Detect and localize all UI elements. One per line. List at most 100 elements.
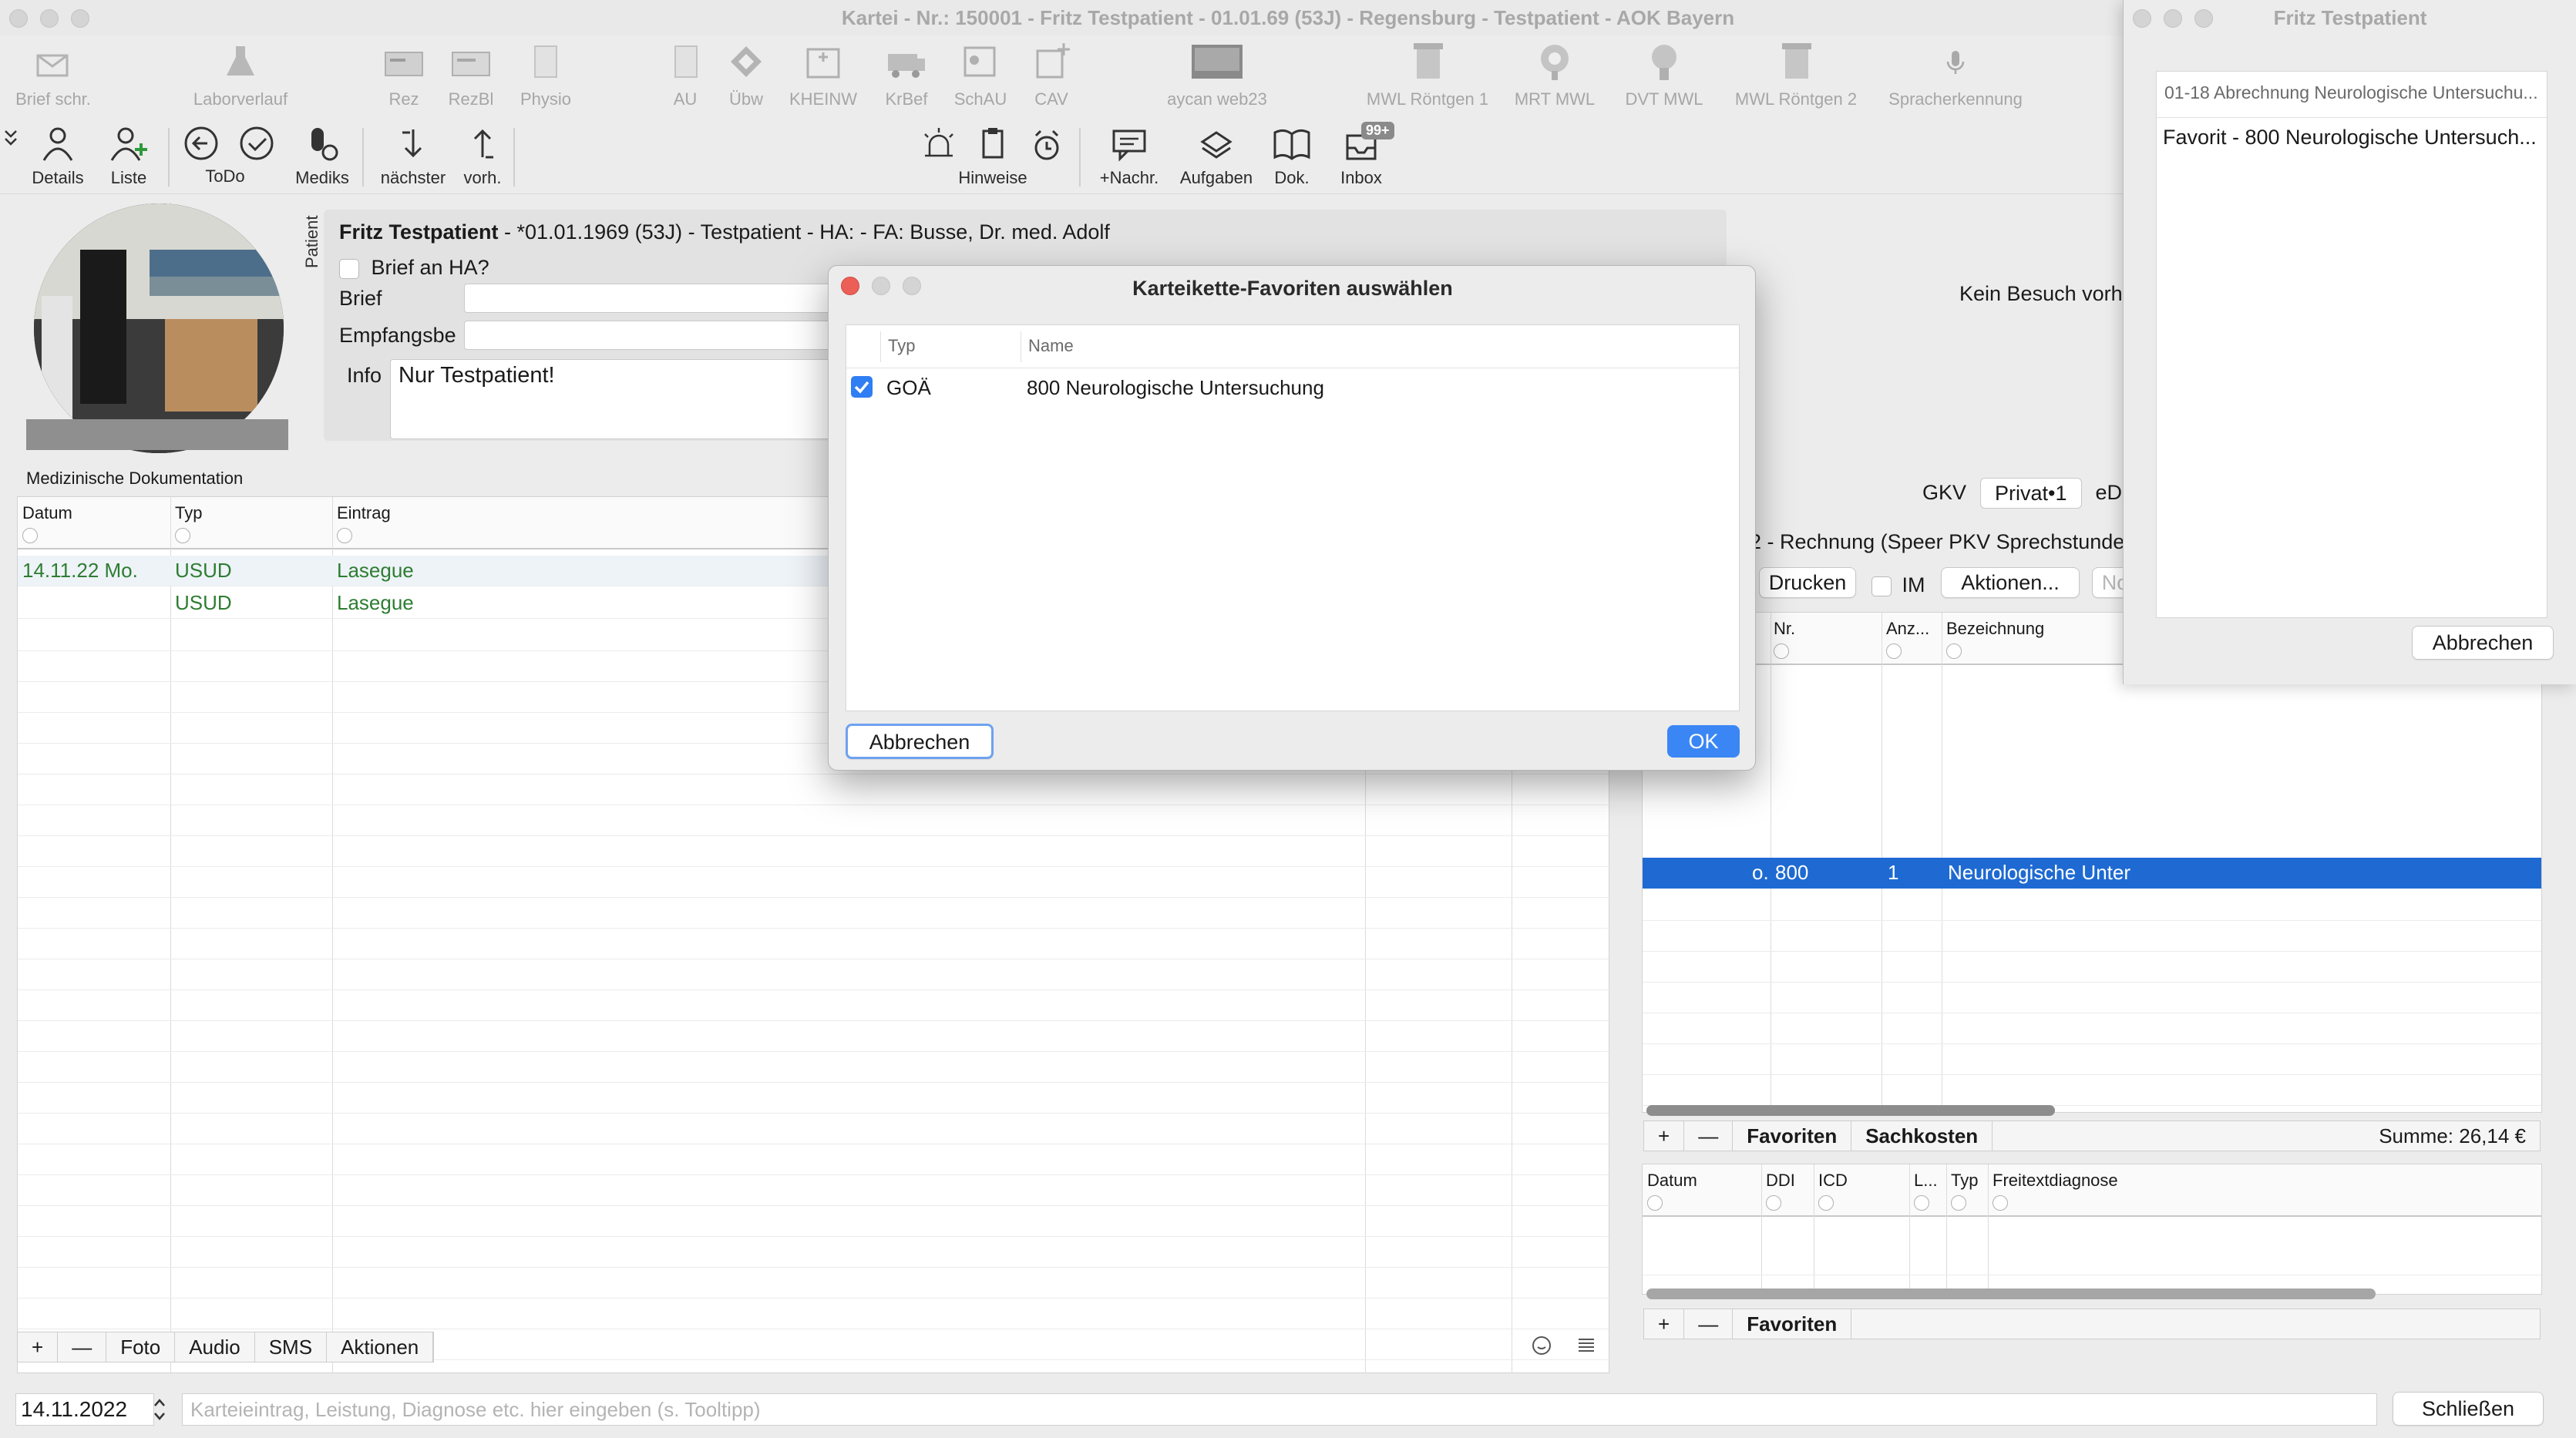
side-favorites-list[interactable]: 01-18 Abrechnung Neurologische Untersuch… <box>2156 71 2547 618</box>
im-checkbox[interactable] <box>1871 576 1892 596</box>
col-l[interactable]: L... <box>1914 1171 1938 1191</box>
alarm-button[interactable] <box>1025 125 1064 168</box>
mwl-roentgen-1-button[interactable]: MWL Röntgen 1 <box>1360 40 1495 109</box>
add-leistung-button[interactable]: + <box>1644 1121 1685 1151</box>
details-button[interactable]: Details <box>25 125 91 188</box>
filter-freitext-radio[interactable] <box>1993 1195 2008 1211</box>
ueberweisung-button[interactable]: Übw <box>721 40 771 109</box>
col-bezeichnung[interactable]: Bezeichnung <box>1946 619 2044 639</box>
mediks-button[interactable]: Mediks <box>290 125 355 188</box>
filter-ddi-radio[interactable] <box>1766 1195 1781 1211</box>
table-row[interactable]: GOÄ 800 Neurologische Untersuchung <box>846 370 1739 404</box>
drucken-button[interactable]: Drucken <box>1759 567 1856 598</box>
col-diag-datum[interactable]: Datum <box>1647 1171 1697 1191</box>
col-icd[interactable]: ICD <box>1818 1171 1848 1191</box>
back-button[interactable] <box>174 125 228 168</box>
side-cancel-button[interactable]: Abbrechen <box>2412 626 2554 660</box>
schliessen-button[interactable]: Schließen <box>2393 1392 2544 1426</box>
brief-field[interactable] <box>464 284 849 313</box>
remove-entry-button[interactable]: — <box>58 1332 107 1362</box>
krbef-button[interactable]: KrBef <box>879 40 934 109</box>
aktionen-dropdown[interactable]: Aktionen... <box>1941 567 2080 598</box>
add-diagnose-button[interactable]: + <box>1644 1309 1685 1339</box>
sachkosten-button[interactable]: Sachkosten <box>1851 1121 1993 1151</box>
aufgaben-button[interactable]: Aufgaben <box>1173 125 1259 188</box>
date-stepper-icon[interactable] <box>151 1395 168 1428</box>
kheinw-button[interactable]: KHEINW <box>786 40 860 109</box>
billing-action-bar: + — Favoriten Sachkosten Summe: 26,14 € <box>1643 1120 2541 1151</box>
laborverlauf-button[interactable]: Laborverlauf <box>187 40 294 109</box>
filter-anz-radio[interactable] <box>1886 643 1902 659</box>
col-ddi[interactable]: DDI <box>1766 1171 1795 1191</box>
naechster-button[interactable]: nächster <box>373 125 453 188</box>
col-datum[interactable]: Datum <box>22 503 72 523</box>
col-dialog-typ[interactable]: Typ <box>888 336 915 356</box>
filter-eintrag-radio[interactable] <box>337 528 352 543</box>
favoriten-button[interactable]: Favoriten <box>1733 1121 1852 1151</box>
col-anz[interactable]: Anz... <box>1886 619 1929 639</box>
col-typ[interactable]: Typ <box>175 503 202 523</box>
selected-billing-row[interactable]: o. 800 1 Neurologische Unter <box>1643 858 2541 889</box>
diagnose-horizontal-scrollbar[interactable] <box>1646 1288 2376 1299</box>
rechnung-selector[interactable]: 2 - Rechnung (Speer PKV Sprechstunde <box>1750 530 2124 554</box>
diagnose-favoriten-button[interactable]: Favoriten <box>1733 1309 1852 1339</box>
audio-button[interactable]: Audio <box>175 1332 255 1362</box>
brief-schreiben-button[interactable]: Brief schr. <box>11 40 96 109</box>
date-field[interactable]: 14.11.2022 <box>15 1393 154 1426</box>
tab-gkv[interactable]: GKV <box>1908 478 1980 509</box>
filter-typ-radio[interactable] <box>175 528 190 543</box>
smiley-icon[interactable] <box>1531 1335 1552 1360</box>
mrt-mwl-button[interactable]: MRT MWL <box>1512 40 1597 109</box>
spracherkennung-button[interactable]: Spracherkennung <box>1882 40 2029 109</box>
list-item[interactable]: Favorit - 800 Neurologische Untersuch... <box>2157 118 2547 157</box>
nachricht-button[interactable]: +Nachr. <box>1088 125 1170 188</box>
patient-photo[interactable] <box>34 203 284 453</box>
filter-diag-typ-radio[interactable] <box>1951 1195 1966 1211</box>
sms-button[interactable]: SMS <box>255 1332 328 1362</box>
collapse-chevron-icon[interactable] <box>3 128 18 156</box>
filter-nr-radio[interactable] <box>1774 643 1789 659</box>
rez-button[interactable]: Rez <box>379 40 429 109</box>
foto-button[interactable]: Foto <box>106 1332 176 1362</box>
vorh-button[interactable]: vorh. <box>458 125 507 188</box>
dokumente-button[interactable]: Dok. <box>1264 125 1320 188</box>
filter-bezeichnung-radio[interactable] <box>1946 643 1962 659</box>
filter-icd-radio[interactable] <box>1818 1195 1834 1211</box>
col-freitext[interactable]: Freitextdiagnose <box>1993 1171 2118 1191</box>
aktionen-button[interactable]: Aktionen <box>327 1332 434 1362</box>
cav-button[interactable]: CAV <box>1025 40 1078 109</box>
tab-privat[interactable]: Privat•1 <box>1980 478 2082 509</box>
diagnose-table[interactable]: Datum DDI ICD L... Typ Freitextdiagnose <box>1642 1164 2542 1306</box>
remove-leistung-button[interactable]: — <box>1684 1121 1734 1151</box>
row-select-checkbox[interactable] <box>851 376 873 398</box>
billing-horizontal-scrollbar[interactable] <box>1646 1105 2055 1116</box>
col-eintrag[interactable]: Eintrag <box>337 503 391 523</box>
empfangsbestaetigung-field[interactable] <box>464 321 849 350</box>
filter-l-radio[interactable] <box>1914 1195 1929 1211</box>
brief-an-ha-checkbox[interactable] <box>339 258 359 279</box>
info-field[interactable]: Nur Testpatient! <box>390 359 853 439</box>
todo-button[interactable] <box>231 125 282 168</box>
liste-button[interactable]: Liste <box>100 125 157 188</box>
add-entry-button[interactable]: + <box>18 1332 59 1362</box>
billing-table[interactable]: Nr. Anz... Bezeichnung o. 800 1 Neurolog… <box>1642 612 2542 1113</box>
schau-button[interactable]: SchAU <box>950 40 1011 109</box>
dialog-ok-button[interactable]: OK <box>1667 725 1740 758</box>
mwl-roentgen-2-button[interactable]: MWL Röntgen 2 <box>1728 40 1864 109</box>
list-lines-icon[interactable] <box>1576 1335 1597 1360</box>
filter-datum-radio[interactable] <box>22 528 38 543</box>
dvt-mwl-button[interactable]: DVT MWL <box>1622 40 1707 109</box>
entry-input[interactable] <box>182 1393 2377 1426</box>
au-button[interactable]: AU <box>664 40 706 109</box>
rezbl-button[interactable]: RezBl <box>444 40 498 109</box>
dialog-favorites-table[interactable]: Typ Name GOÄ 800 Neurologische Untersuch… <box>846 324 1740 711</box>
col-nr[interactable]: Nr. <box>1774 619 1795 639</box>
dvt-icon <box>1643 40 1686 85</box>
aycan-web23-button[interactable]: aycan web23 <box>1159 40 1275 109</box>
dialog-cancel-button[interactable]: Abbrechen <box>846 724 994 759</box>
filter-diag-datum-radio[interactable] <box>1647 1195 1663 1211</box>
remove-diagnose-button[interactable]: — <box>1684 1309 1734 1339</box>
col-diag-typ[interactable]: Typ <box>1951 1171 1978 1191</box>
physio-button[interactable]: Physio <box>515 40 577 109</box>
col-dialog-name[interactable]: Name <box>1028 336 1074 356</box>
